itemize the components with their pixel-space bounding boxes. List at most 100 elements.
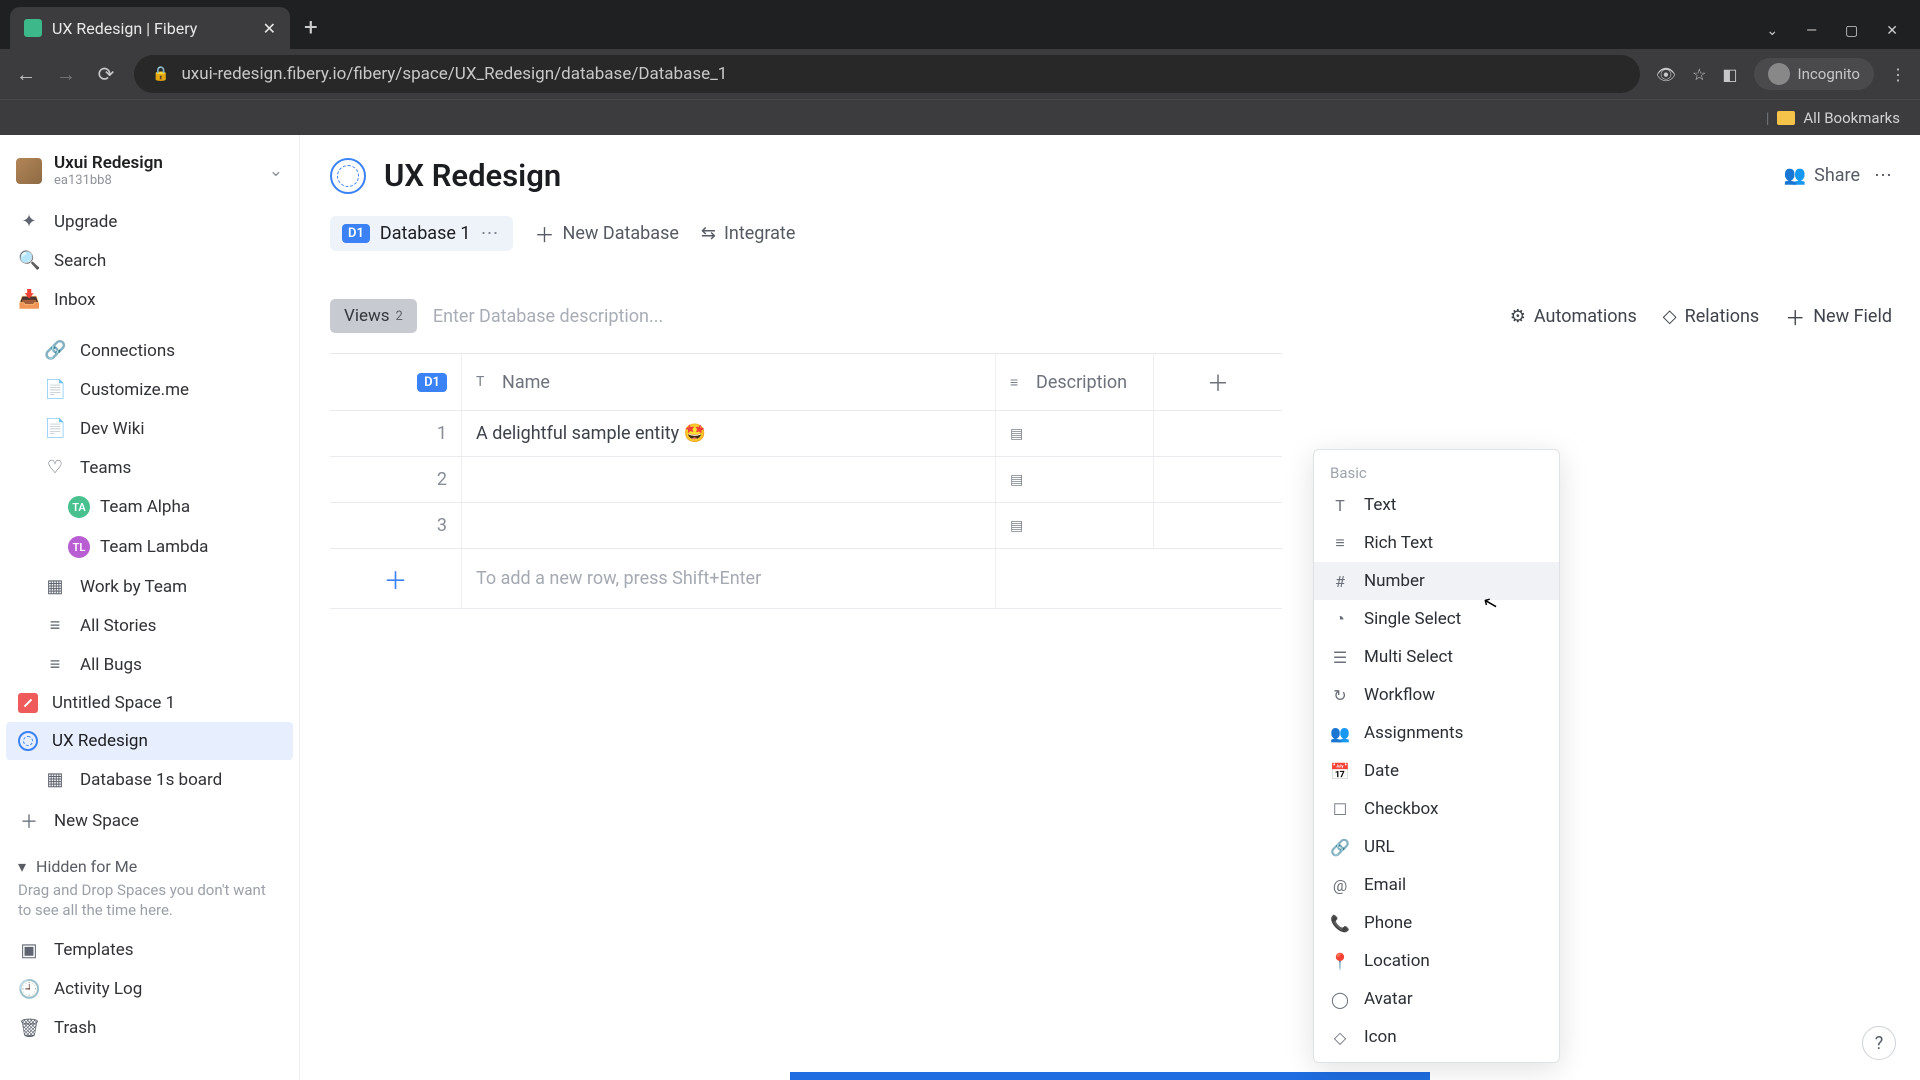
field-type-number[interactable]: #Number: [1314, 562, 1559, 600]
chevron-down-icon: ⌄: [269, 161, 283, 181]
field-type-icon[interactable]: ◇Icon: [1314, 1018, 1559, 1056]
close-window-icon[interactable]: ✕: [1886, 23, 1898, 39]
at-icon: @: [1330, 876, 1350, 895]
share-button[interactable]: 👥 Share: [1784, 165, 1860, 186]
field-type-checkbox[interactable]: ☐Checkbox: [1314, 790, 1559, 828]
views-chip[interactable]: Views 2: [330, 299, 417, 333]
more-icon[interactable]: ⋯: [1874, 165, 1892, 186]
sidebar-customize[interactable]: 📄Customize.me: [0, 370, 299, 409]
clock-icon: 🕘: [18, 979, 40, 1000]
sidebar-work-by-team[interactable]: ▦Work by Team: [0, 567, 299, 606]
add-row[interactable]: ＋ To add a new row, press Shift+Enter: [330, 549, 1282, 609]
board-icon: ▦: [44, 769, 66, 790]
incognito-pill[interactable]: Incognito: [1754, 58, 1874, 90]
workspace-avatar: [16, 158, 42, 184]
sidebar-team-alpha[interactable]: TATeam Alpha: [0, 487, 299, 527]
cell-name[interactable]: [462, 503, 996, 548]
field-type-dropdown: Basic TText ≡Rich Text #Number ◔Single S…: [1313, 449, 1560, 1063]
field-type-location[interactable]: 📍Location: [1314, 942, 1559, 980]
hidden-section-header[interactable]: ▾Hidden for Me: [0, 843, 299, 880]
field-type-phone[interactable]: 📞Phone: [1314, 904, 1559, 942]
new-field-button[interactable]: ＋New Field: [1785, 302, 1892, 331]
page-icon[interactable]: [330, 158, 366, 194]
page-title[interactable]: UX Redesign: [384, 157, 561, 194]
sidebar-all-bugs[interactable]: ≡All Bugs: [0, 645, 299, 684]
db-badge: D1: [342, 224, 370, 243]
tab-dropdown-icon[interactable]: ⌄: [1766, 23, 1778, 39]
hidden-section-desc: Drag and Drop Spaces you don't want to s…: [0, 880, 299, 931]
url-field[interactable]: 🔒 uxui-redesign.fibery.io/fibery/space/U…: [134, 55, 1640, 93]
maximize-icon[interactable]: ▢: [1845, 23, 1858, 39]
cell-name[interactable]: A delightful sample entity 🤩: [462, 411, 996, 456]
eye-off-icon[interactable]: 👁: [1656, 65, 1676, 84]
field-type-rich-text[interactable]: ≡Rich Text: [1314, 524, 1559, 562]
panel-icon[interactable]: ◧: [1722, 65, 1737, 84]
cell-name[interactable]: [462, 457, 996, 502]
field-type-text[interactable]: TText: [1314, 486, 1559, 524]
dropdown-scroll[interactable]: Basic TText ≡Rich Text #Number ◔Single S…: [1314, 450, 1559, 1062]
sidebar-connections[interactable]: 🔗Connections: [0, 331, 299, 370]
dropdown-group-basic: Basic: [1314, 458, 1559, 486]
db-chip-more-icon[interactable]: ⋯: [481, 223, 501, 244]
sidebar-untitled-space[interactable]: Untitled Space 1: [0, 684, 299, 722]
header-name[interactable]: TName: [462, 354, 996, 410]
field-type-url[interactable]: 🔗URL: [1314, 828, 1559, 866]
sidebar-ux-redesign[interactable]: UX Redesign: [6, 722, 293, 760]
sidebar-trash[interactable]: 🗑Trash: [0, 1009, 299, 1048]
add-row-button[interactable]: ＋: [330, 549, 462, 608]
help-button[interactable]: ?: [1862, 1026, 1896, 1060]
sidebar-db-board[interactable]: ▦Database 1s board: [0, 760, 299, 799]
table-row[interactable]: 3 ▤: [330, 503, 1282, 549]
close-tab-icon[interactable]: ✕: [263, 19, 276, 38]
sidebar: Uxui Redesign ea131bb8 ⌄ ✦Upgrade 🔍Searc…: [0, 135, 300, 1080]
sidebar-teams[interactable]: ♡Teams: [0, 448, 299, 487]
new-tab-button[interactable]: +: [290, 13, 332, 49]
workspace-switcher[interactable]: Uxui Redesign ea131bb8 ⌄: [0, 145, 299, 202]
sidebar-new-space[interactable]: ＋New Space: [0, 799, 299, 843]
field-type-single-select[interactable]: ◔Single Select: [1314, 600, 1559, 638]
new-database-button[interactable]: ＋New Database: [535, 219, 679, 248]
minimize-icon[interactable]: —: [1806, 23, 1817, 39]
sidebar-upgrade[interactable]: ✦Upgrade: [0, 202, 299, 241]
sidebar-inbox[interactable]: 📥Inbox: [0, 280, 299, 319]
field-type-workflow[interactable]: ↻Workflow: [1314, 676, 1559, 714]
database-chip[interactable]: D1 Database 1 ⋯: [330, 216, 513, 251]
sidebar-team-lambda[interactable]: TLTeam Lambda: [0, 527, 299, 567]
reload-icon[interactable]: ⟳: [94, 62, 118, 86]
folder-icon: [1777, 111, 1795, 125]
sidebar-activity-log[interactable]: 🕘Activity Log: [0, 970, 299, 1009]
checkbox-icon: ☐: [1330, 800, 1350, 819]
forward-icon[interactable]: →: [54, 62, 78, 87]
all-bookmarks-button[interactable]: All Bookmarks: [1803, 109, 1900, 127]
richtext-icon: ≡: [1010, 374, 1028, 391]
cell-description[interactable]: ▤: [996, 457, 1154, 502]
table-row[interactable]: 2 ▤: [330, 457, 1282, 503]
header-description[interactable]: ≡Description: [996, 354, 1154, 410]
list-icon: ≡: [44, 654, 66, 675]
sidebar-dev-wiki[interactable]: 📄Dev Wiki: [0, 409, 299, 448]
db-description-input[interactable]: [433, 306, 793, 327]
browser-tab[interactable]: UX Redesign | Fibery ✕: [10, 7, 290, 49]
field-type-assignments[interactable]: 👥Assignments: [1314, 714, 1559, 752]
richtext-icon: ≡: [1330, 533, 1350, 553]
field-type-date[interactable]: 📅Date: [1314, 752, 1559, 790]
add-column-button[interactable]: ＋: [1154, 354, 1282, 410]
cell-description[interactable]: ▤: [996, 411, 1154, 456]
sidebar-search[interactable]: 🔍Search: [0, 241, 299, 280]
automations-button[interactable]: ⚙Automations: [1510, 306, 1637, 327]
richtext-icon: ▤: [1010, 518, 1028, 534]
relations-button[interactable]: ◇Relations: [1663, 306, 1759, 327]
field-type-avatar[interactable]: ◯Avatar: [1314, 980, 1559, 1018]
cell-description[interactable]: ▤: [996, 503, 1154, 548]
richtext-icon: ▤: [1010, 426, 1028, 442]
kebab-icon[interactable]: ⋮: [1890, 65, 1906, 84]
table-row[interactable]: 1 A delightful sample entity 🤩 ▤: [330, 411, 1282, 457]
integrate-button[interactable]: ⇆Integrate: [701, 223, 795, 244]
heart-icon: ♡: [44, 457, 66, 478]
field-type-multi-select[interactable]: ☰Multi Select: [1314, 638, 1559, 676]
star-icon[interactable]: ☆: [1692, 65, 1706, 84]
sidebar-all-stories[interactable]: ≡All Stories: [0, 606, 299, 645]
sidebar-templates[interactable]: ▣Templates: [0, 931, 299, 970]
field-type-email[interactable]: @Email: [1314, 866, 1559, 904]
back-icon[interactable]: ←: [14, 62, 38, 87]
